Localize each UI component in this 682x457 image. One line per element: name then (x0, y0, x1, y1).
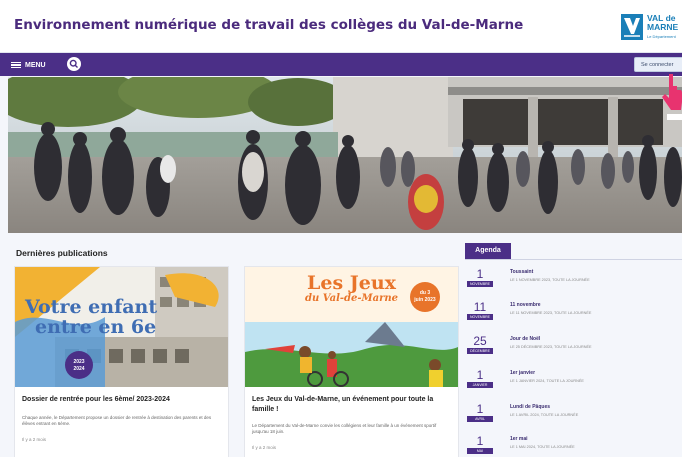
agenda-title[interactable]: Toussaint (510, 269, 533, 275)
hand-pointer-icon (662, 74, 682, 120)
agenda-date: 1 MAI (467, 434, 493, 457)
agenda-month: NOVEMBRE (467, 281, 493, 287)
agenda-date: 1 NOVEMBRE (467, 267, 493, 291)
card-date: Il y a 2 mois (22, 437, 47, 442)
agenda-title[interactable]: Lundi de Pâques (510, 404, 550, 410)
agenda-subtitle: LE 11 NOVEMBRE 2023, TOUTE LA JOURNÉE (510, 311, 592, 315)
search-icon (69, 59, 78, 68)
agenda-date: 1 AVRIL (467, 402, 493, 426)
agenda-day: 1 (476, 267, 484, 281)
agenda-month: MAI (467, 448, 493, 454)
agenda-day: 11 (473, 300, 487, 314)
agenda-subtitle: LE 1 MAI 2024, TOUTE LA JOURNÉE (510, 445, 575, 449)
svg-text:2023: 2023 (73, 359, 84, 365)
agenda-subtitle: LE 25 DÉCEMBRE 2023, TOUTE LA JOURNÉE (510, 345, 592, 349)
agenda-date: 11 NOVEMBRE (467, 300, 493, 324)
agenda-item[interactable]: 1 MAI 1er mai LE 1 MAI 2024, TOUTE LA JO… (465, 434, 682, 457)
hero-photo (8, 77, 682, 233)
val-de-marne-logo[interactable]: VAL de MARNE Le Département (621, 12, 682, 46)
card-image-line2: entre en 6e (35, 316, 157, 338)
svg-text:2024: 2024 (73, 366, 84, 372)
hamburger-icon (11, 61, 21, 69)
logo-text: VAL de MARNE (647, 14, 678, 32)
agenda-date: 1 JANVIER (467, 368, 493, 392)
agenda-item[interactable]: 11 NOVEMBRE 11 novembre LE 11 NOVEMBRE 2… (465, 300, 682, 330)
logo-line2: MARNE (647, 22, 679, 32)
agenda-subtitle: LE 1 JANVIER 2024, TOUTE LA JOURNÉE (510, 379, 584, 383)
agenda-day: 1 (476, 368, 484, 382)
card-date: Il y a 2 mois (252, 445, 277, 450)
menu-label: MENU (25, 61, 46, 69)
agenda-date: 25 DÉCEMBRE (467, 334, 493, 358)
card-image-headline: Votre enfant entre en 6e (25, 297, 157, 337)
publication-card[interactable]: 2023 2024 Votre enfant entre en 6e Dossi… (14, 266, 229, 457)
agenda-title[interactable]: 11 novembre (510, 302, 541, 308)
agenda-item[interactable]: 1 JANVIER 1er janvier LE 1 JANVIER 2024,… (465, 368, 682, 398)
agenda-month: NOVEMBRE (467, 314, 493, 320)
logo-mark-icon (621, 14, 643, 40)
card-image-line1: Votre enfant (25, 296, 158, 318)
card-description: Chaque année, le Département propose un … (22, 415, 212, 426)
card-image-line2: du Val-de-Marne (305, 293, 398, 304)
agenda-subtitle: LE 1 NOVEMBRE 2023, TOUTE LA JOURNÉE (510, 278, 590, 282)
agenda-item[interactable]: 25 DÉCEMBRE Jour de Noël LE 25 DÉCEMBRE … (465, 334, 682, 364)
agenda-tab[interactable]: Agenda (465, 243, 511, 259)
agenda-divider (465, 259, 682, 260)
agenda-title[interactable]: Jour de Noël (510, 336, 540, 342)
agenda-month: DÉCEMBRE (467, 348, 493, 354)
menu-button[interactable]: MENU (11, 59, 46, 71)
agenda-month: AVRIL (467, 416, 493, 422)
card-title[interactable]: Dossier de rentrée pour les 6ème/ 2023-2… (22, 395, 222, 405)
search-button[interactable] (67, 57, 81, 71)
agenda-subtitle: LE 1 AVRIL 2024, TOUTE LA JOURNÉE (510, 413, 579, 417)
page: Environnement numérique de travail des c… (0, 0, 682, 457)
logo-subtitle: Le Département (647, 34, 676, 39)
latest-publications-title: Dernières publications (16, 248, 108, 258)
card-image-line1: Les Jeux (307, 272, 396, 294)
publication-card[interactable]: du 3 juin 2023 Les Jeux du Val-de-Marne … (244, 266, 459, 457)
card-description: Le Département du Val-de-Marne convie le… (252, 423, 437, 434)
agenda-day: 1 (476, 402, 484, 416)
agenda-title[interactable]: 1er janvier (510, 370, 535, 376)
site-title: Environnement numérique de travail des c… (14, 17, 524, 33)
agenda-day: 1 (476, 434, 484, 448)
agenda-item[interactable]: 1 AVRIL Lundi de Pâques LE 1 AVRIL 2024,… (465, 402, 682, 432)
site-header: Environnement numérique de travail des c… (0, 0, 682, 53)
agenda-item[interactable]: 1 NOVEMBRE Toussaint LE 1 NOVEMBRE 2023,… (465, 267, 682, 297)
card-image-headline: Les Jeux du Val-de-Marne (245, 273, 458, 305)
card-title[interactable]: Les Jeux du Val-de-Marne, un événement p… (252, 395, 452, 414)
navbar: MENU Se connecter (0, 53, 682, 76)
agenda-day: 25 (473, 334, 487, 348)
agenda-title[interactable]: 1er mai (510, 436, 528, 442)
agenda-month: JANVIER (467, 382, 493, 388)
